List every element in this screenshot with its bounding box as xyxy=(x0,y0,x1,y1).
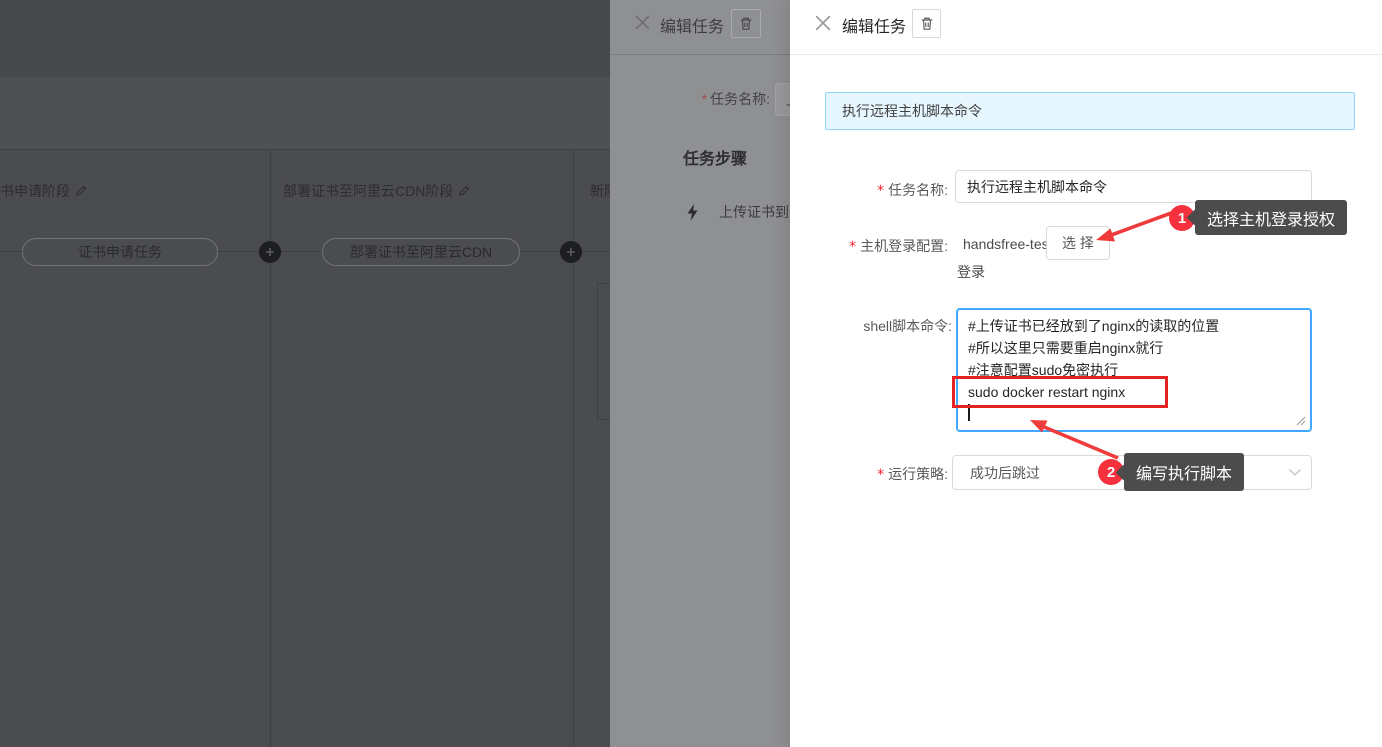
run-strategy-value: 成功后跳过 xyxy=(970,463,1040,483)
shell-line: sudo docker restart nginx xyxy=(968,381,1300,403)
shell-script-textarea[interactable]: #上传证书已经放到了nginx的读取的位置 #所以这里只需要重启nginx就行 … xyxy=(956,308,1312,432)
close-icon xyxy=(635,15,650,30)
delete-task-button[interactable] xyxy=(912,9,941,38)
stage-title-2: 部署证书至阿里云CDN阶段 xyxy=(283,181,470,201)
required-mark: * xyxy=(877,467,884,483)
task-node-cert-request: 证书申请任务 xyxy=(22,238,218,266)
required-mark: * xyxy=(702,91,707,107)
shell-line: #注意配置sudo免密执行 xyxy=(968,359,1300,381)
text-cursor xyxy=(968,404,970,421)
host-login-label: *主机登录配置: xyxy=(790,236,948,256)
pipeline-toolbar xyxy=(0,77,610,149)
drawer-header: 编辑任务 xyxy=(790,0,1382,55)
stage-title-1: 证书申请阶段 xyxy=(0,181,87,201)
edit-task-drawer: 编辑任务 执行远程主机脚本命令 *任务名称: 执行远程主机脚本命令 *主机登录配… xyxy=(790,0,1382,747)
lightning-icon xyxy=(686,204,699,221)
run-strategy-label: *运行策略: xyxy=(790,464,948,484)
required-mark: * xyxy=(849,239,856,255)
stage-divider xyxy=(573,150,574,747)
back-task-name-label: *任务名称: xyxy=(610,89,770,109)
task-name-input[interactable]: 执行远程主机脚本命令 xyxy=(955,170,1312,203)
screen: 证书申请阶段 部署证书至阿里云CDN阶段 新阶 证书申请任务 部署证书至阿里云C… xyxy=(0,0,1382,747)
trash-icon xyxy=(920,16,934,31)
host-login-value: handsfree-test xyxy=(963,236,1053,252)
resize-handle-icon[interactable] xyxy=(1296,416,1306,426)
shell-line: #上传证书已经放到了nginx的读取的位置 xyxy=(968,315,1300,337)
add-task-icon xyxy=(560,241,582,263)
required-mark: * xyxy=(877,183,884,199)
task-step-item: 上传证书到主 xyxy=(686,202,803,222)
host-login-value-wrap: 登录 xyxy=(957,262,985,282)
edit-pencil-icon xyxy=(75,185,87,197)
delete-task-button xyxy=(731,9,761,38)
chevron-down-icon xyxy=(1288,468,1302,477)
add-task-icon xyxy=(259,241,281,263)
back-drawer-title: 编辑任务 xyxy=(660,13,724,37)
close-icon[interactable] xyxy=(815,15,831,31)
drawer-title: 编辑任务 xyxy=(842,13,906,37)
task-steps-heading: 任务步骤 xyxy=(683,145,747,169)
select-host-button[interactable]: 选 择 xyxy=(1046,226,1110,260)
run-strategy-select[interactable]: 成功后跳过 xyxy=(952,455,1312,490)
task-node-deploy-cdn: 部署证书至阿里云CDN xyxy=(322,238,520,266)
edit-pencil-icon xyxy=(458,185,470,197)
info-alert: 执行远程主机脚本命令 xyxy=(825,92,1355,130)
shell-script-label: shell脚本命令: xyxy=(790,316,952,336)
stage-divider xyxy=(270,150,271,747)
task-name-label: *任务名称: xyxy=(790,180,948,200)
app-header xyxy=(0,0,610,77)
shell-line: #所以这里只需要重启nginx就行 xyxy=(968,337,1300,359)
